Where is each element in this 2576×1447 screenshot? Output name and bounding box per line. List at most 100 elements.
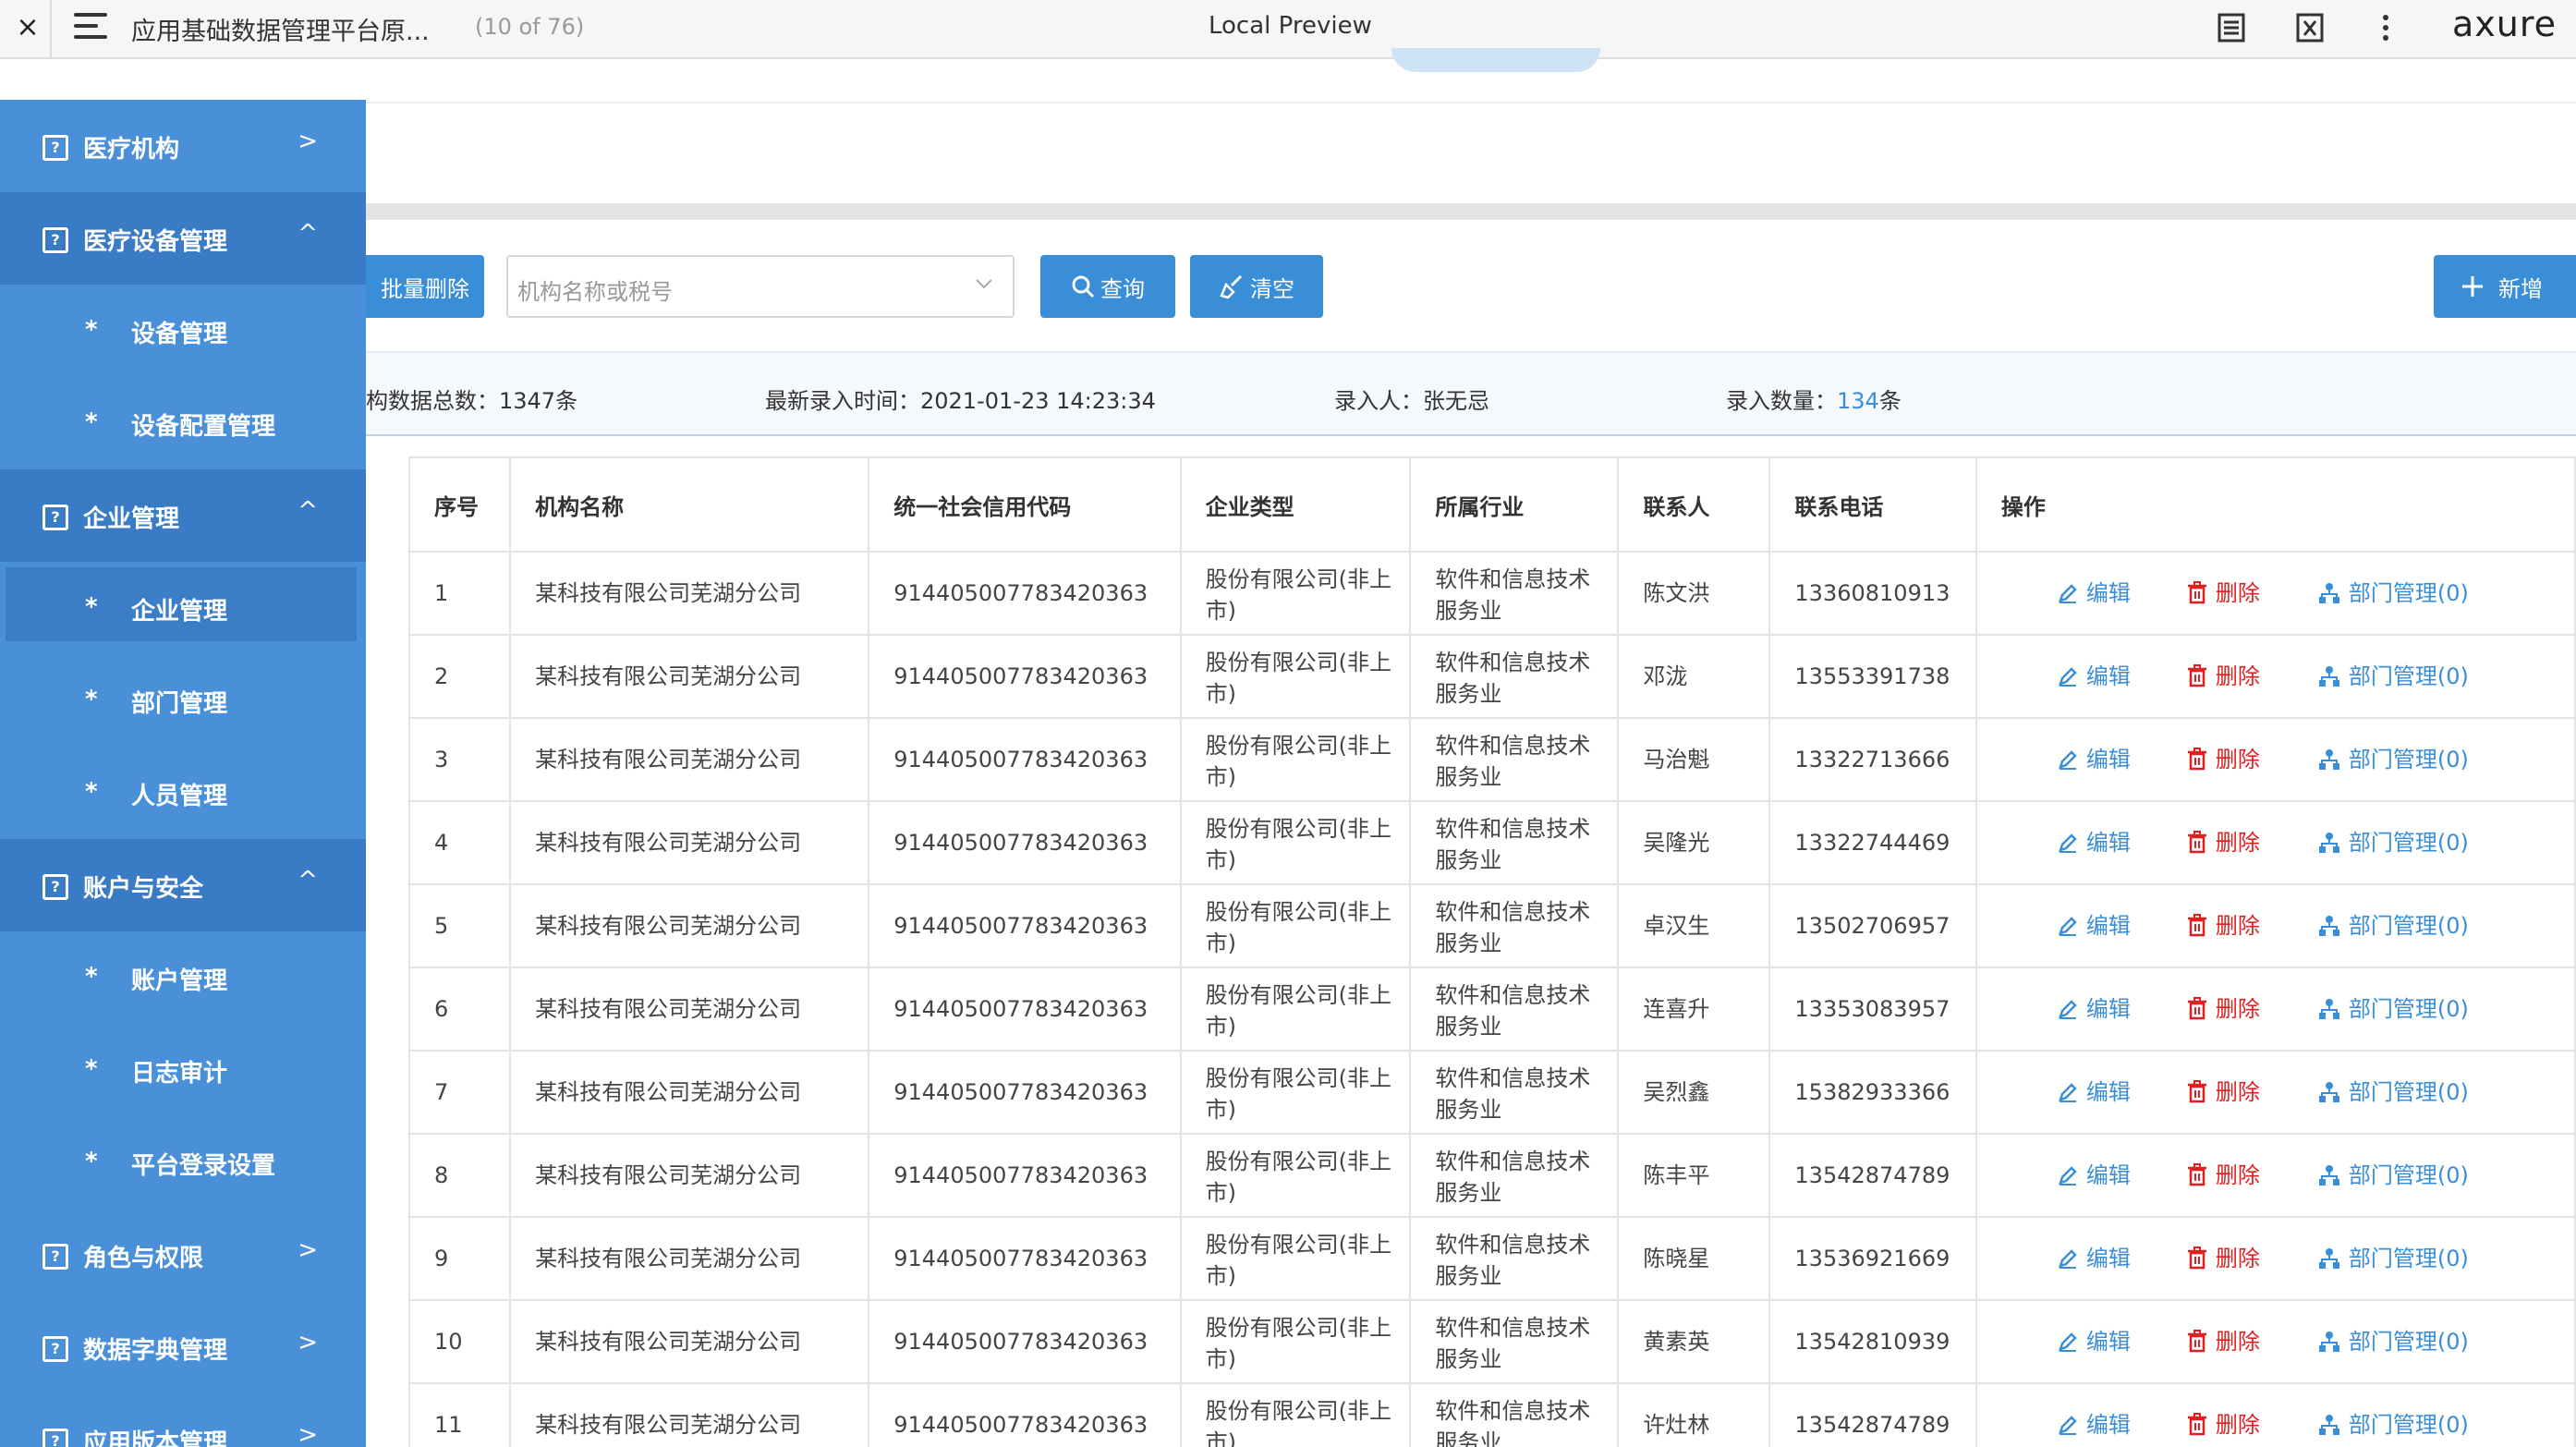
sidebar-item-label: 平台登录设置 (131, 1152, 276, 1180)
trash-icon (2187, 1080, 2206, 1103)
trash-icon (2187, 1330, 2206, 1353)
table-row: 1 某科技有限公司芜湖分公司 914405007783420363 股份有限公司(非上… (407, 551, 2576, 636)
org-chart-icon (2318, 833, 2339, 853)
menu-icon[interactable] (74, 13, 107, 41)
delete-button[interactable]: 删除 (2186, 1326, 2317, 1357)
search-input[interactable]: 机构名称或税号 (506, 255, 1015, 318)
department-manage-button[interactable]: 部门管理(0) (2317, 1160, 2469, 1191)
nav-group-medical-equipment[interactable]: ? 医疗设备管理 ^ (0, 192, 366, 285)
department-manage-button[interactable]: 部门管理(0) (2317, 1076, 2469, 1108)
more-icon[interactable] (2367, 9, 2404, 46)
column-header[interactable]: 联系人 (1617, 456, 1771, 553)
edit-button[interactable]: 编辑 (2057, 910, 2186, 942)
org-chart-icon (2318, 1415, 2339, 1435)
nav-group-app-version[interactable]: ? 应用版本管理 > (0, 1393, 366, 1447)
department-manage-button[interactable]: 部门管理(0) (2317, 578, 2469, 609)
department-manage-button[interactable]: 部门管理(0) (2317, 1409, 2469, 1441)
delete-button[interactable]: 删除 (2186, 578, 2317, 609)
department-manage-button[interactable]: 部门管理(0) (2317, 827, 2469, 858)
cell-contact: 许灶林 (1617, 1382, 1771, 1447)
bullet-icon: * (85, 1055, 98, 1083)
department-manage-button[interactable]: 部门管理(0) (2317, 910, 2469, 942)
edit-button[interactable]: 编辑 (2057, 827, 2186, 858)
sidebar-item-login-settings[interactable]: * 平台登录设置 (0, 1116, 366, 1209)
column-header[interactable]: 联系电话 (1768, 456, 1977, 553)
help-icon: ? (43, 1336, 68, 1362)
edit-button[interactable]: 编辑 (2057, 1160, 2186, 1191)
edit-button[interactable]: 编辑 (2057, 1076, 2186, 1108)
department-manage-button[interactable]: 部门管理(0) (2317, 744, 2469, 775)
org-chart-icon (2318, 1082, 2339, 1102)
cell-industry: 软件和信息技术 服务业 (1409, 883, 1620, 968)
nav-group-roles-permissions[interactable]: ? 角色与权限 > (0, 1209, 366, 1301)
cell-actions: 编辑 删除 部门管理(0) (1975, 967, 2576, 1052)
cell-actions: 编辑 删除 部门管理(0) (1975, 883, 2576, 968)
edit-button[interactable]: 编辑 (2057, 1409, 2186, 1441)
trash-icon (2187, 664, 2206, 687)
variables-icon[interactable] (2291, 9, 2328, 46)
close-icon[interactable]: × (9, 7, 46, 48)
edit-button[interactable]: 编辑 (2057, 993, 2186, 1025)
sidebar: ? 医疗机构 > ? 医疗设备管理 ^ * 设备管理 * 设备配置管理 ? 企业… (0, 100, 366, 1447)
edit-button[interactable]: 编辑 (2057, 1243, 2186, 1274)
delete-button[interactable]: 删除 (2186, 744, 2317, 775)
nav-group-data-dictionary[interactable]: ? 数据字典管理 > (0, 1301, 366, 1393)
nav-group-medical-institution[interactable]: ? 医疗机构 > (0, 100, 366, 192)
department-manage-button[interactable]: 部门管理(0) (2317, 993, 2469, 1025)
cell-contact: 陈晓星 (1617, 1216, 1771, 1301)
delete-button[interactable]: 删除 (2186, 993, 2317, 1025)
add-button[interactable]: 新增 (2434, 255, 2576, 318)
column-header[interactable]: 所属行业 (1409, 456, 1620, 553)
department-manage-button[interactable]: 部门管理(0) (2317, 661, 2469, 692)
sidebar-item-personnel[interactable]: * 人员管理 (0, 747, 366, 839)
delete-button[interactable]: 删除 (2186, 1076, 2317, 1108)
delete-button[interactable]: 删除 (2186, 1160, 2317, 1191)
column-header[interactable]: 统一社会信用代码 (868, 456, 1182, 553)
query-button[interactable]: 查询 (1040, 255, 1175, 318)
nav-group-enterprise[interactable]: ? 企业管理 ^ (0, 469, 366, 562)
department-manage-button[interactable]: 部门管理(0) (2317, 1243, 2469, 1274)
department-manage-button[interactable]: 部门管理(0) (2317, 1326, 2469, 1357)
sidebar-item-account[interactable]: * 账户管理 (0, 931, 366, 1024)
summary-bar: 构数据总数：1347条 最新录入时间：2021-01-23 14:23:34 录… (366, 351, 2576, 436)
column-header[interactable]: 操作 (1975, 456, 2576, 553)
edit-button[interactable]: 编辑 (2057, 578, 2186, 609)
edit-icon (2058, 1249, 2077, 1269)
delete-button[interactable]: 删除 (2186, 910, 2317, 942)
sidebar-item-equipment-config[interactable]: * 设备配置管理 (0, 377, 366, 469)
help-icon: ? (43, 505, 68, 530)
delete-button[interactable]: 删除 (2186, 661, 2317, 692)
cell-industry: 软件和信息技术 服务业 (1409, 967, 1620, 1052)
sidebar-item-label: 日志审计 (131, 1060, 228, 1088)
tab-indicator (1391, 48, 1600, 72)
trash-icon (2187, 1413, 2206, 1436)
sidebar-item-enterprise[interactable]: * 企业管理 (0, 562, 366, 654)
sidebar-item-equipment[interactable]: * 设备管理 (0, 285, 366, 377)
nav-group-label: 医疗机构 (83, 136, 180, 164)
column-header[interactable]: 序号 (407, 456, 512, 553)
notes-icon[interactable] (2213, 9, 2250, 46)
sidebar-item-audit-log[interactable]: * 日志审计 (0, 1024, 366, 1116)
trash-icon (2187, 1246, 2206, 1270)
cell-phone: 15382933366 (1768, 1050, 1977, 1135)
batch-delete-button[interactable]: 批量删除 (366, 255, 484, 318)
sidebar-item-department[interactable]: * 部门管理 (0, 654, 366, 747)
delete-button[interactable]: 删除 (2186, 1409, 2317, 1441)
edit-button[interactable]: 编辑 (2057, 661, 2186, 692)
org-chart-icon (2318, 1248, 2339, 1269)
column-header[interactable]: 机构名称 (509, 456, 870, 553)
add-label: 新增 (2498, 275, 2543, 302)
column-header[interactable]: 企业类型 (1179, 456, 1412, 553)
clear-button[interactable]: 清空 (1190, 255, 1323, 318)
bullet-icon: * (85, 778, 98, 806)
trash-icon (2187, 581, 2206, 604)
cell-credit-code: 914405007783420363 (868, 1133, 1182, 1218)
help-icon: ? (43, 227, 68, 253)
delete-button[interactable]: 删除 (2186, 827, 2317, 858)
edit-icon (2058, 667, 2077, 687)
nav-group-account-security[interactable]: ? 账户与安全 ^ (0, 839, 366, 931)
delete-button[interactable]: 删除 (2186, 1243, 2317, 1274)
cell-contact: 陈文洪 (1617, 551, 1771, 636)
edit-button[interactable]: 编辑 (2057, 744, 2186, 775)
edit-button[interactable]: 编辑 (2057, 1326, 2186, 1357)
